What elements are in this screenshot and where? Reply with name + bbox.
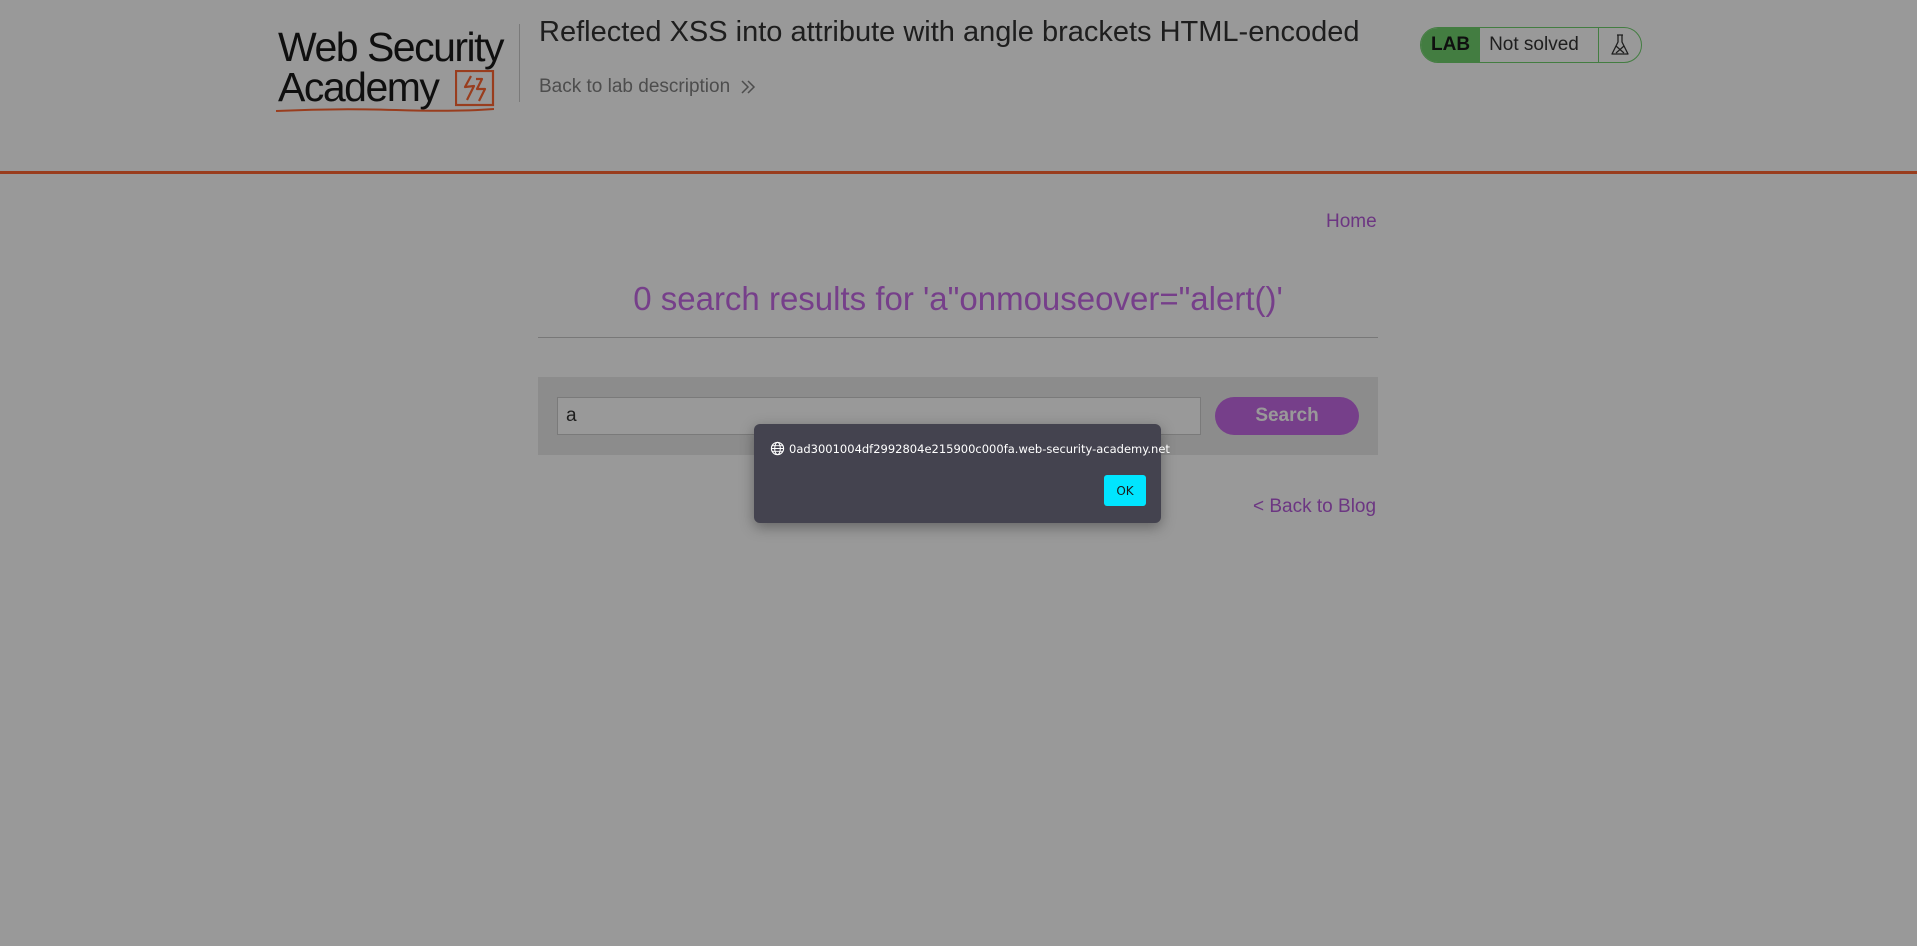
globe-icon [770, 441, 785, 456]
dialog-origin-text: 0ad3001004df2992804e215900c000fa.web-sec… [789, 441, 1170, 456]
dialog-ok-button[interactable]: OK [1104, 475, 1146, 506]
alert-dialog: 0ad3001004df2992804e215900c000fa.web-sec… [754, 424, 1170, 523]
dialog-origin: 0ad3001004df2992804e215900c000fa.web-sec… [770, 441, 1170, 456]
